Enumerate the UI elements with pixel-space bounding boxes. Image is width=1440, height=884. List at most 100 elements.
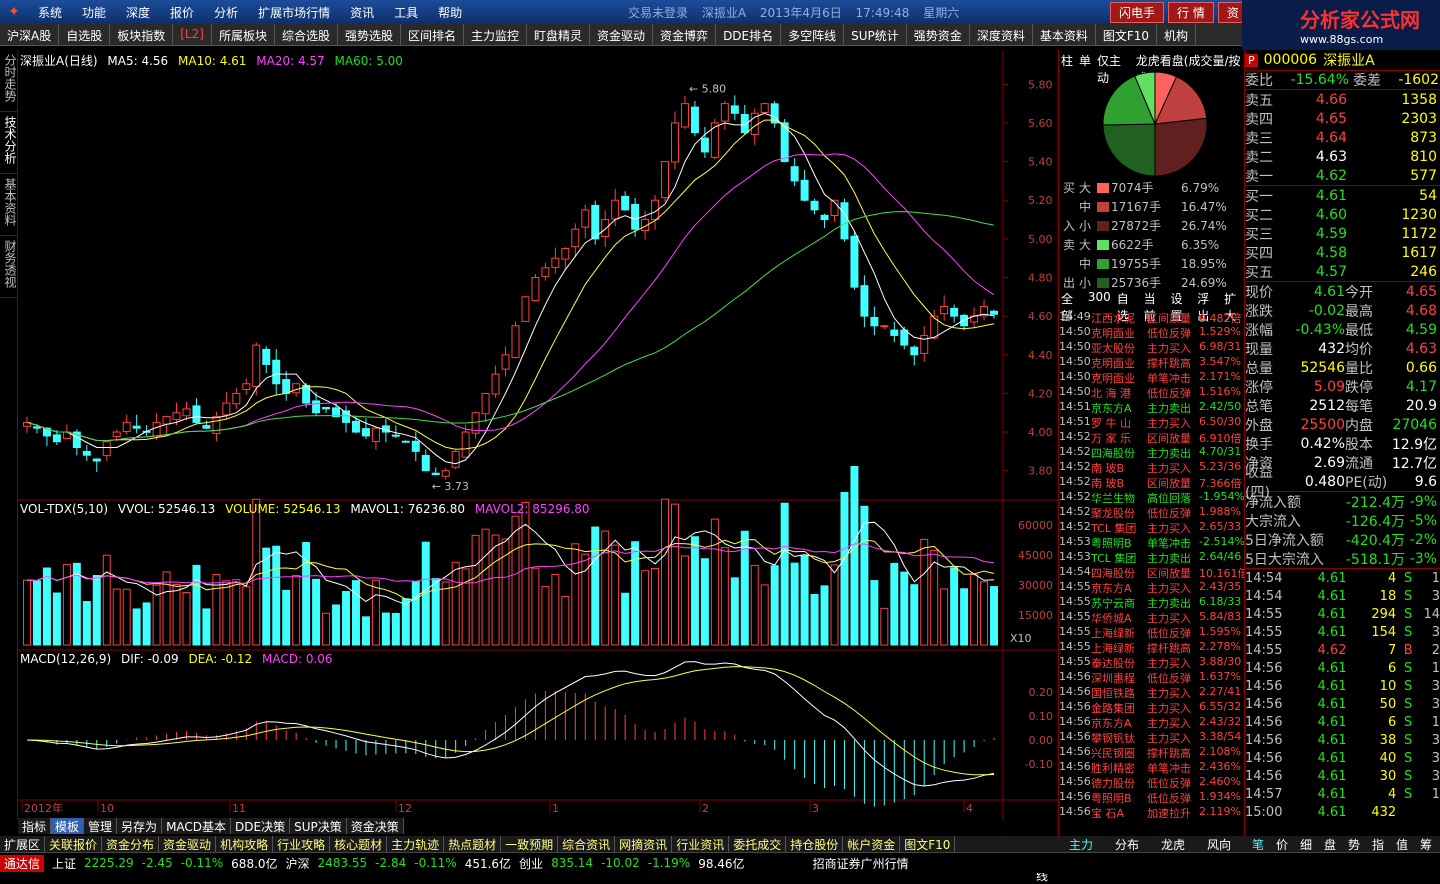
news-row[interactable]: 14:55 上海绿新 低位反弹 1.595% xyxy=(1059,625,1245,640)
quote-panel-tab[interactable]: 势 xyxy=(1342,836,1366,853)
bids-row[interactable]: 买三 4.59 1172 xyxy=(1245,224,1440,243)
asks-row[interactable]: 卖一 4.62 577 xyxy=(1245,166,1440,185)
bids-row[interactable]: 买四 4.58 1617 xyxy=(1245,243,1440,262)
flow-panel-tab[interactable]: 风向 xyxy=(1196,836,1242,853)
news-row[interactable]: 14:56 胜利精密 单笔冲击 2.436% xyxy=(1059,760,1245,775)
indicator-tab[interactable]: SUP决策 xyxy=(290,818,347,834)
extension-tab[interactable]: 帐户资金 xyxy=(843,836,901,852)
toolbar-item[interactable]: 沪深A股 xyxy=(0,24,60,45)
extension-tab[interactable]: 行业攻略 xyxy=(273,836,331,852)
extension-tab[interactable]: 主力轨迹 xyxy=(387,836,445,852)
extension-tab[interactable]: 图文F10 xyxy=(900,836,956,852)
news-row[interactable]: 14:52 华兰生物 高位回落 -1.954% xyxy=(1059,490,1245,505)
menu-item[interactable]: 扩展市场行情 xyxy=(248,4,340,21)
news-row[interactable]: 14:51 罗 牛 山 主力买入 6.50/30 xyxy=(1059,415,1245,430)
extension-tab[interactable]: 扩展区 xyxy=(0,836,46,852)
news-row[interactable]: 14:52 南 玻B 区间放量 7.366倍 xyxy=(1059,475,1245,490)
flow-tab[interactable]: 柱 xyxy=(1061,52,1073,68)
bids-row[interactable]: 买二 4.60 1230 xyxy=(1245,205,1440,224)
quote-panel-tab[interactable]: 值 xyxy=(1390,836,1414,853)
news-row[interactable]: 14:50 北 海 港 低位反弹 1.516% xyxy=(1059,385,1245,400)
quote-panel-tab[interactable]: 指 xyxy=(1366,836,1390,853)
toolbar-item[interactable]: DDE排名 xyxy=(716,24,782,45)
toolbar-item[interactable]: 强势选股 xyxy=(338,24,401,45)
news-row[interactable]: 14:54 四海股份 区间放量 10.161倍 xyxy=(1059,565,1245,580)
flow-tab[interactable]: 龙虎看盘(成交量/按成 xyxy=(1136,52,1242,85)
toolbar-item[interactable]: 机构 xyxy=(1157,24,1197,45)
toolbar-item[interactable]: 综合选股 xyxy=(275,24,338,45)
toolbar-item[interactable]: 基本资料 xyxy=(1033,24,1096,45)
news-row[interactable]: 14:55 上海绿新 撑杆跳高 2.278% xyxy=(1059,640,1245,655)
asks-row[interactable]: 卖三 4.64 873 xyxy=(1245,128,1440,147)
indicator-tab[interactable]: 另存为 xyxy=(117,818,163,834)
news-row[interactable]: 14:56 宝 石A 加速拉升 2.119% xyxy=(1059,805,1245,820)
news-row[interactable]: 14:52 南 玻B 主力买入 5.23/36 xyxy=(1059,460,1245,475)
toolbar-item[interactable]: 深度资料 xyxy=(970,24,1033,45)
flow-tab[interactable]: 仅主动 xyxy=(1097,52,1130,85)
flow-tab[interactable]: 单 xyxy=(1079,52,1091,68)
toolbar-item[interactable]: 资金驱动 xyxy=(590,24,654,45)
news-row[interactable]: 14:56 金路集团 主力买入 6.55/32 xyxy=(1059,700,1245,715)
menu-item[interactable]: 分析 xyxy=(204,4,248,21)
extension-tab[interactable]: 持仓股份 xyxy=(786,836,844,852)
news-row[interactable]: 14:56 兴民钢圈 撑杆跳高 2.108% xyxy=(1059,745,1245,760)
news-row[interactable]: 14:56 深圳惠程 低位反弹 1.637% xyxy=(1059,670,1245,685)
extension-tab[interactable]: 委托成交 xyxy=(729,836,787,852)
extension-tab[interactable]: 关联报价 xyxy=(45,836,103,852)
news-row[interactable]: 14:55 京东方A 主力买入 2.43/35 xyxy=(1059,580,1245,595)
menu-item[interactable]: 深度 xyxy=(116,4,160,21)
news-row[interactable]: 14:50 克明面业 单笔冲击 2.171% xyxy=(1059,370,1245,385)
news-row[interactable]: 14:52 聚龙股份 低位反弹 1.988% xyxy=(1059,505,1245,520)
quote-panel-tab[interactable]: 筹 xyxy=(1414,836,1438,853)
bids-row[interactable]: 买一 4.61 54 xyxy=(1245,186,1440,205)
indicator-tab[interactable]: MACD基本 xyxy=(162,818,232,834)
menu-item[interactable]: 帮助 xyxy=(428,4,472,21)
extension-tab[interactable]: 综合资讯 xyxy=(558,836,616,852)
menu-item[interactable]: 资讯 xyxy=(340,4,384,21)
news-row[interactable]: 14:56 粤照明B 低位反弹 1.934% xyxy=(1059,790,1245,805)
news-row[interactable]: 14:56 国恒铁路 主力买入 2.27/41 xyxy=(1059,685,1245,700)
menu-item[interactable]: 工具 xyxy=(384,4,428,21)
flow-panel-tab[interactable]: 分布 xyxy=(1104,836,1150,853)
extension-tab[interactable]: 行业资讯 xyxy=(672,836,730,852)
chart-area[interactable]: 5.80 5.60 5.40 5.20 5.00 4.80 4.60 4.40 4.20 4.00… xyxy=(18,50,1058,883)
asks-row[interactable]: 卖二 4.63 810 xyxy=(1245,147,1440,166)
news-row[interactable]: 14:50 亚太股份 主力买入 6.98/31 xyxy=(1059,340,1245,355)
news-row[interactable]: 14:50 克明面业 撑杆跳高 3.547% xyxy=(1059,355,1245,370)
asks-row[interactable]: 卖四 4.65 2303 xyxy=(1245,109,1440,128)
news-row[interactable]: 14:49 江西水泥 区间放量 9.482倍 xyxy=(1059,310,1245,325)
flow-panel-tab[interactable]: 主力 xyxy=(1058,836,1104,853)
extension-tab[interactable]: 机构攻略 xyxy=(216,836,274,852)
news-row[interactable]: 14:56 攀钢钒钛 主力买入 3.38/54 xyxy=(1059,730,1245,745)
indicator-tab[interactable]: 指标 xyxy=(18,818,52,834)
toolbar-item[interactable]: SUP统计 xyxy=(844,24,907,45)
chart-svg[interactable]: 5.80 5.60 5.40 5.20 5.00 4.80 4.60 4.40 4.20 4.00… xyxy=(18,50,1058,820)
toolbar-item[interactable]: 强势资金 xyxy=(907,24,970,45)
news-row[interactable]: 14:50 克明面业 低位反弹 1.529% xyxy=(1059,325,1245,340)
toolbar-item[interactable]: 区间排名 xyxy=(401,24,464,45)
indicator-tab[interactable]: 模板 xyxy=(51,818,85,834)
quote-panel-tab[interactable]: 盘 xyxy=(1318,836,1342,853)
bids-row[interactable]: 买五 4.57 246 xyxy=(1245,262,1440,281)
flow-panel-tab[interactable]: 龙虎 xyxy=(1150,836,1196,853)
quote-button[interactable]: 行 情 xyxy=(1168,2,1214,23)
extension-tab[interactable]: 网摘资讯 xyxy=(615,836,673,852)
news-row[interactable]: 14:55 苏宁云商 主力卖出 6.18/33 xyxy=(1059,595,1245,610)
news-row[interactable]: 14:55 华侨城A 主力买入 5.84/83 xyxy=(1059,610,1245,625)
toolbar-item[interactable]: 主力监控 xyxy=(464,24,528,45)
toolbar-item[interactable]: 板块指数 xyxy=(110,24,174,45)
indicator-tab[interactable]: 资金决策 xyxy=(346,818,404,834)
extension-tab[interactable]: 一致预期 xyxy=(501,836,559,852)
quote-panel-tab[interactable]: 笔 xyxy=(1246,836,1270,853)
news-row[interactable]: 14:56 德力股份 低位反弹 2.460% xyxy=(1059,775,1245,790)
extension-tab[interactable]: 核心题材 xyxy=(330,836,388,852)
news-row[interactable]: 14:52 TCL 集团 主力买入 2.65/33 xyxy=(1059,520,1245,535)
indicator-tab[interactable]: DDE决策 xyxy=(231,818,291,834)
extension-tab[interactable]: 热点题材 xyxy=(444,836,502,852)
menu-item[interactable]: 系统 xyxy=(28,4,72,21)
toolbar-item[interactable]: 图文F10 xyxy=(1096,24,1158,45)
indicator-tab[interactable]: 管理 xyxy=(84,818,118,834)
toolbar-item[interactable]: [L2] xyxy=(173,24,212,45)
toolbar-item[interactable]: 盯盘精灵 xyxy=(527,24,591,45)
news-row[interactable]: 14:53 TCL 集团 主力卖出 2.64/46 xyxy=(1059,550,1245,565)
